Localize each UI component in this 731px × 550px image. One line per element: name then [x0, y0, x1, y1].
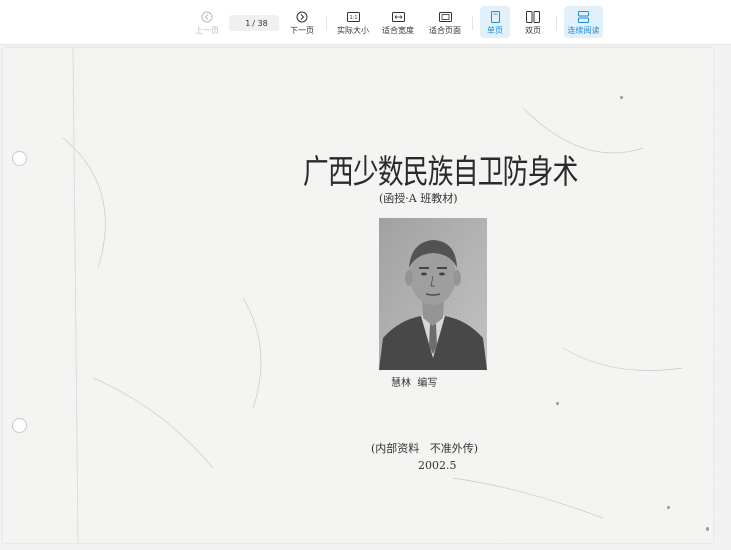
toolbar-divider [556, 16, 557, 30]
svg-text:1:1: 1:1 [349, 15, 357, 21]
single-page-label: 单页 [487, 26, 503, 35]
chevron-right-circle-icon [296, 9, 308, 24]
double-page-icon [526, 9, 540, 24]
scan-speck [706, 527, 709, 531]
page-number-input[interactable] [240, 18, 251, 28]
scan-speck [620, 96, 623, 99]
next-page-button[interactable]: 下一页 [285, 6, 319, 38]
document-notice: (内部资料 不准外传) [371, 442, 479, 455]
scan-speck [667, 506, 670, 509]
binder-hole [12, 418, 27, 433]
actual-size-icon: 1:1 [346, 9, 360, 24]
fit-page-icon [438, 9, 452, 24]
fit-width-icon [391, 9, 405, 24]
document-author: 慧林 编写 [391, 378, 438, 389]
document-subtitle: (函授·A 班教材) [379, 192, 458, 205]
scan-speck [556, 402, 559, 405]
next-page-label: 下一页 [290, 26, 314, 35]
author-portrait [379, 218, 487, 370]
chevron-left-circle-icon [201, 9, 213, 24]
document-page: 广西少数民族自卫防身术 (函授·A 班教材) 慧林 编写 (内部资料 不准外传)… [3, 48, 713, 543]
fit-page-label: 适合页面 [429, 26, 461, 35]
paper-texture [3, 48, 713, 543]
double-page-label: 双页 [525, 26, 541, 35]
continuous-reading-button[interactable]: 连续阅读 [564, 6, 603, 38]
document-date: 2002.5 [418, 459, 457, 472]
fit-width-button[interactable]: 适合宽度 [378, 6, 418, 38]
prev-page-button[interactable]: 上一页 [190, 6, 224, 38]
continuous-reading-label: 连续阅读 [567, 26, 600, 35]
fit-page-button[interactable]: 适合页面 [424, 6, 466, 38]
double-page-button[interactable]: 双页 [518, 6, 548, 38]
continuous-scroll-icon [578, 9, 589, 24]
single-page-button[interactable]: 单页 [480, 6, 510, 38]
toolbar-divider [472, 16, 473, 30]
page-indicator: / 38 [229, 15, 279, 31]
toolbar-divider [326, 16, 327, 30]
actual-size-button[interactable]: 1:1 实际大小 [333, 6, 373, 38]
prev-page-label: 上一页 [195, 26, 219, 35]
actual-size-label: 实际大小 [337, 26, 369, 35]
single-page-icon [490, 9, 500, 24]
fit-width-label: 适合宽度 [382, 26, 414, 35]
document-viewer[interactable]: 广西少数民族自卫防身术 (函授·A 班教材) 慧林 编写 (内部资料 不准外传)… [0, 45, 731, 550]
viewer-toolbar: 上一页 / 38 下一页 1:1 实际大小 适合宽度 适合页面 单页 [0, 0, 731, 45]
document-title: 广西少数民族自卫防身术 [303, 152, 578, 191]
page-total: / 38 [252, 18, 268, 28]
binder-hole [12, 151, 27, 166]
